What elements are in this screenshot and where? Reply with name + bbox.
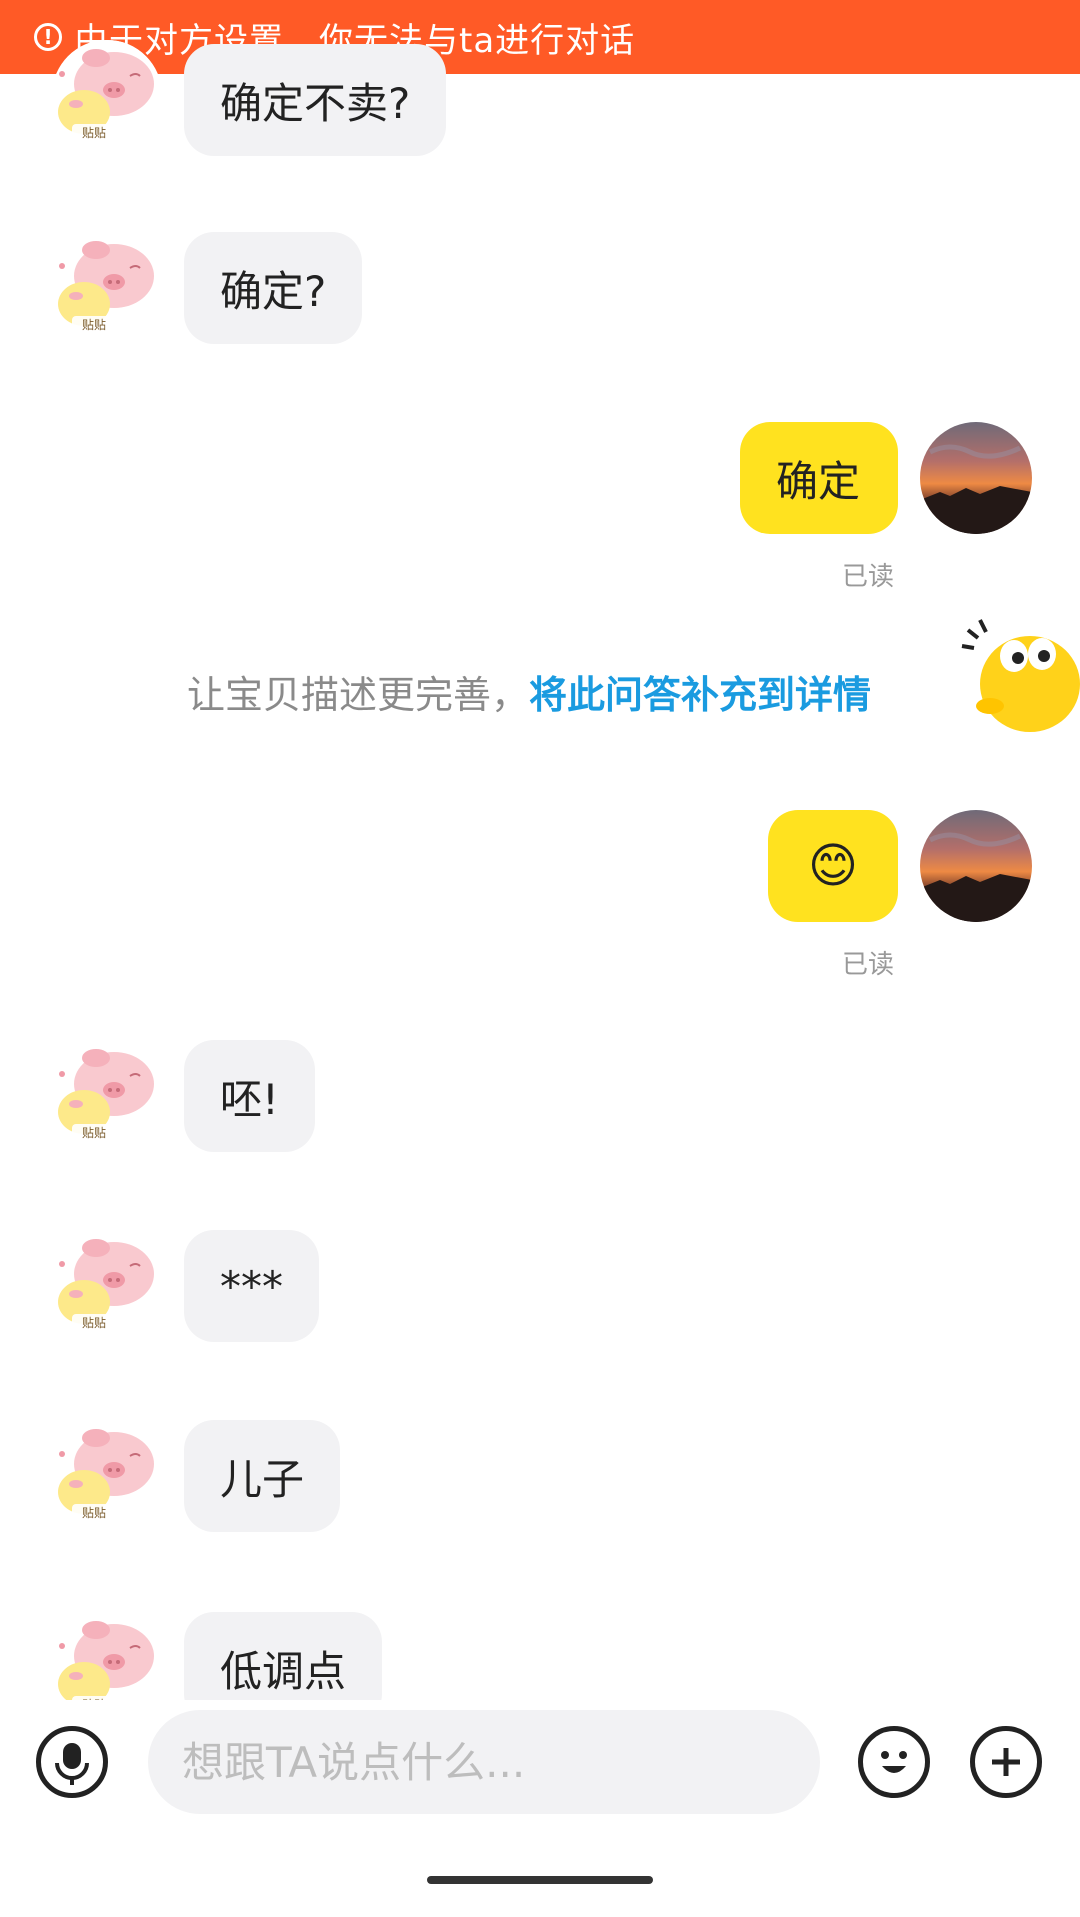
contact-avatar[interactable] <box>52 1040 162 1150</box>
mascot-icon <box>960 610 1080 740</box>
restriction-banner: ! 由于对方设置，你无法与ta进行对话 <box>0 0 1080 74</box>
my-avatar[interactable] <box>920 422 1032 534</box>
message-text: 低调点 <box>220 1646 347 1696</box>
message-bubble: 儿子 <box>184 1420 341 1532</box>
message-bubble: 确定? <box>184 232 363 344</box>
add-more-button[interactable] <box>970 1726 1042 1798</box>
my-avatar[interactable] <box>920 810 1032 922</box>
plus-icon <box>992 1748 1020 1776</box>
emoji-button[interactable] <box>858 1726 930 1798</box>
info-circle-icon: ! <box>34 23 62 51</box>
my-message-bubble: 确定 <box>740 422 898 534</box>
voice-button[interactable] <box>36 1726 108 1798</box>
message-bubble: 呸! <box>184 1040 315 1152</box>
contact-avatar[interactable] <box>52 40 162 150</box>
message-text: 确定? <box>220 266 327 316</box>
hint-text: 让宝贝描述更完善， <box>187 673 530 717</box>
read-status: 已读 <box>842 950 895 980</box>
my-message-bubble: 😊 <box>768 810 898 922</box>
message-text: 确定不卖? <box>220 78 411 128</box>
home-indicator[interactable] <box>427 1876 653 1884</box>
qa-hint: 让宝贝描述更完善，将此问答补充到详情 <box>187 664 871 719</box>
message-text: 儿子 <box>220 1454 305 1504</box>
add-to-details-link[interactable]: 将此问答补充到详情 <box>529 673 871 717</box>
message-text: 确定 <box>776 456 861 506</box>
microphone-icon <box>55 1743 89 1785</box>
message-text: *** <box>220 1261 283 1311</box>
message-input[interactable] <box>148 1710 820 1814</box>
message-bubble: *** <box>184 1230 319 1342</box>
contact-avatar[interactable] <box>52 1420 162 1530</box>
contact-avatar[interactable] <box>52 232 162 342</box>
read-status: 已读 <box>842 562 895 592</box>
smile-emoji-icon: 😊 <box>807 838 859 894</box>
message-text: 呸! <box>220 1074 279 1124</box>
contact-avatar[interactable] <box>52 1230 162 1340</box>
smiley-icon <box>881 1751 907 1773</box>
message-bubble: 确定不卖? <box>184 44 447 156</box>
